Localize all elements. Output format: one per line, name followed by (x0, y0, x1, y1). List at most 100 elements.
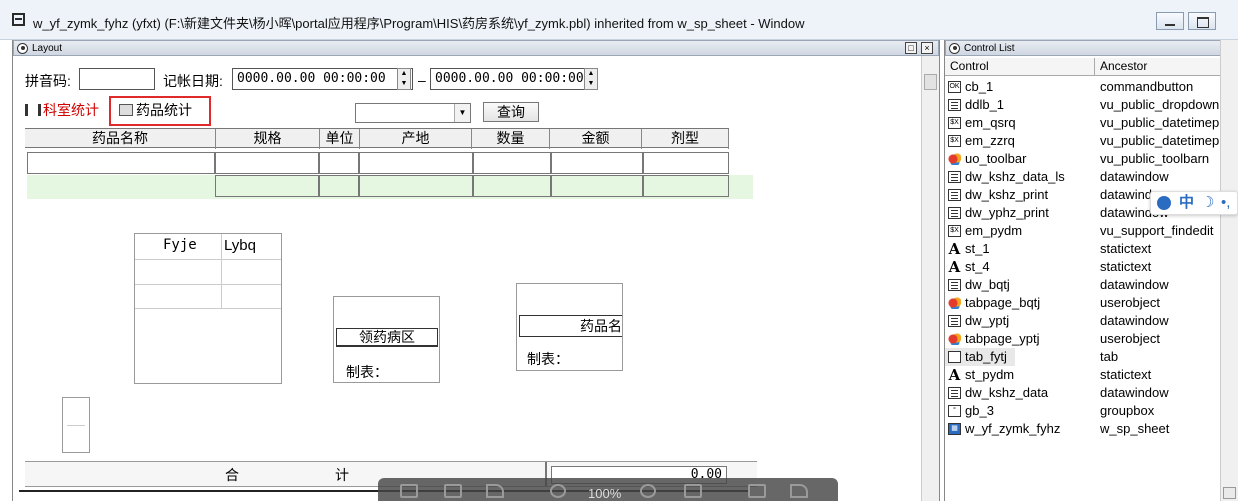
list-item[interactable]: ▦ w_yf_zymk_fyhz w_sp_sheet (945, 420, 1224, 438)
maximize-button[interactable] (1188, 12, 1216, 30)
table-cell[interactable] (473, 152, 551, 174)
ancestor-name: vu_support_findedit (1100, 223, 1214, 238)
groupbox-icon: ° (948, 405, 961, 417)
share-icon[interactable] (486, 484, 504, 498)
pinyin-label: 拼音码: (25, 73, 71, 89)
layout-close-button[interactable]: × (921, 42, 933, 54)
header-amount: 金额 (549, 129, 641, 149)
datawindow-icon (948, 315, 961, 327)
control-name: dw_kshz_data (965, 385, 1049, 400)
footer-label-left: 合 (225, 467, 239, 483)
control-name: tabpage_yptj (965, 331, 1040, 346)
control-name: dw_kshz_print (965, 187, 1049, 202)
table-cell[interactable] (27, 152, 215, 174)
fit-icon[interactable] (684, 484, 702, 498)
table-cell[interactable] (551, 175, 643, 197)
table-cell[interactable] (473, 175, 551, 197)
minimize-button[interactable] (1156, 12, 1184, 30)
ancestor-name: vu_public_datetimepi (1100, 133, 1223, 148)
layout-scroll-thumb[interactable] (924, 74, 937, 90)
layout-pane: Layout □ × 拼音码: 记帐日期: 0000.00.00 00:00:0… (12, 40, 940, 501)
control-name: st_1 (965, 241, 990, 256)
list-item[interactable]: OK cb_1 commandbutton (945, 78, 1224, 96)
moon-icon[interactable]: ☽ (1201, 192, 1214, 214)
ancestor-name: tab (1100, 349, 1119, 364)
list-item[interactable]: Ast_4 statictext (945, 258, 1224, 276)
list-item[interactable]: dw_bqtj datawindow (945, 276, 1224, 294)
table-cell[interactable] (319, 152, 359, 174)
category-dropdown[interactable]: ▼ (355, 103, 471, 123)
window-title-bar: w_yf_zymk_fyhz (yfxt) (F:\新建文件夹\杨小晖\port… (0, 0, 1238, 40)
ime-indicator[interactable]: 中 ☽ •, (1150, 191, 1238, 215)
pinyin-input[interactable] (79, 68, 155, 90)
list-item[interactable]: Ast_1 statictext (945, 240, 1224, 258)
tab-drug-stats[interactable]: 药品统计 (109, 96, 211, 126)
query-button[interactable]: 查询 (483, 102, 539, 122)
department-stats-icon (25, 104, 41, 116)
date-from-spinner[interactable]: ▲ ▼ (397, 68, 411, 90)
date-to-input[interactable]: 0000.00.00 00:00:00 (430, 68, 598, 90)
layout-restore-button[interactable]: □ (905, 42, 917, 54)
list-item[interactable]: ° gb_3 groupbox (945, 402, 1224, 420)
ancestor-name: userobject (1100, 295, 1160, 310)
table-cell[interactable] (643, 152, 729, 174)
list-item[interactable]: ddlb_1 vu_public_dropdown (945, 96, 1224, 114)
control-list-pane: Control List Control Ancestor OK cb_1 comm… (944, 40, 1224, 501)
lybq-label: Lybq (224, 237, 256, 254)
date-to-spinner[interactable]: ▲ ▼ (584, 68, 598, 90)
table-cell[interactable] (319, 175, 359, 197)
layout-vertical-scrollbar[interactable] (921, 56, 939, 501)
column-header-control[interactable]: Control (945, 58, 1095, 76)
list-item[interactable]: dw_kshz_data_ls datawindow (945, 168, 1224, 186)
ancestor-name: statictext (1100, 259, 1152, 274)
punctuation-icon[interactable]: •, (1221, 192, 1230, 214)
list-item[interactable]: $X em_zzrq vu_public_datetimepi (945, 132, 1224, 150)
table-cell[interactable] (359, 152, 473, 174)
export-icon[interactable] (444, 484, 462, 498)
column-header-ancestor[interactable]: Ancestor (1095, 58, 1224, 76)
list-item[interactable]: tabpage_yptj userobject (945, 330, 1224, 348)
list-item[interactable]: tab_fytj tab (945, 348, 1224, 366)
table-cell[interactable] (215, 175, 319, 197)
list-item[interactable]: $X em_pydm vu_support_findedit (945, 222, 1224, 240)
tab-department-stats[interactable]: 科室统计 (25, 99, 105, 123)
table-cell[interactable] (359, 175, 473, 197)
table-cell[interactable] (551, 152, 643, 174)
zoom-out-icon[interactable] (550, 484, 566, 498)
control-name: em_pydm (965, 223, 1023, 238)
date-separator: – (418, 72, 426, 88)
ancestor-name: statictext (1100, 241, 1152, 256)
fullscreen-icon[interactable] (748, 484, 766, 498)
header-unit: 单位 (319, 129, 359, 149)
list-item[interactable]: uo_toolbar vu_public_toolbarn (945, 150, 1224, 168)
userobject-icon (948, 333, 961, 345)
rotate-icon[interactable] (790, 484, 808, 498)
list-item[interactable]: Ast_pydm statictext (945, 366, 1224, 384)
control-name: em_qsrq (965, 115, 1016, 130)
list-item[interactable]: $X em_qsrq vu_public_datetimepi (945, 114, 1224, 132)
ime-logo-icon (1157, 196, 1171, 210)
ancestor-name: w_sp_sheet (1100, 421, 1170, 436)
zoom-level: 100% (588, 486, 622, 501)
chevron-down-icon[interactable]: ▼ (454, 104, 470, 122)
small-frame (62, 397, 90, 453)
datawindow-icon (948, 207, 961, 219)
save-icon[interactable] (400, 484, 418, 498)
list-item[interactable]: dw_kshz_data datawindow (945, 384, 1224, 402)
list-item[interactable]: dw_yptj datawindow (945, 312, 1224, 330)
zoom-in-icon[interactable] (640, 484, 656, 498)
scroll-down-button[interactable] (1223, 487, 1236, 499)
datawindow-icon (948, 279, 961, 291)
divider (135, 308, 281, 309)
date-from-input[interactable]: 0000.00.00 00:00:00 (232, 68, 413, 90)
control-list-scrollbar[interactable] (1220, 40, 1238, 501)
ancestor-name: vu_public_dropdown (1100, 97, 1220, 112)
commandbutton-icon: OK (948, 81, 961, 93)
table-cell[interactable] (215, 152, 319, 174)
list-item[interactable]: tabpage_bqtj userobject (945, 294, 1224, 312)
table-cell[interactable] (643, 175, 729, 197)
table-row[interactable] (27, 152, 729, 174)
table-row[interactable] (27, 175, 753, 199)
header-dosage-form: 剂型 (641, 129, 729, 149)
statictext-icon: A (948, 366, 961, 384)
